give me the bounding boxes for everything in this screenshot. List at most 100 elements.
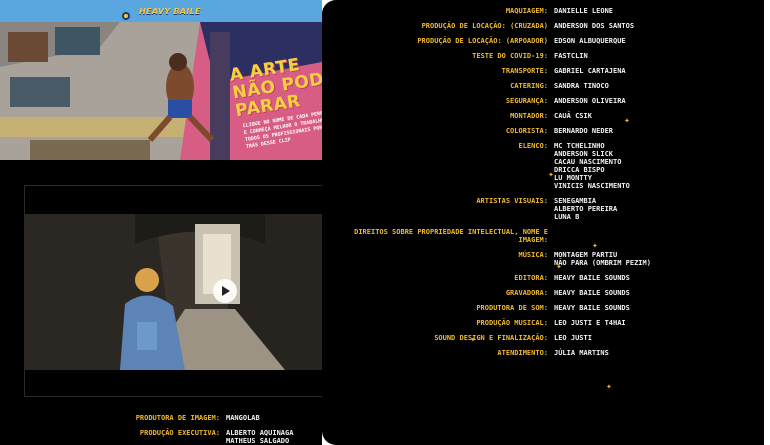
credit-role: TESTE DO COVID-19:: [472, 52, 548, 60]
credit-row: ARTISTAS VISUAIS: SENEGAMBIA ALBERTO PEREI…: [322, 197, 762, 221]
credit-person-link[interactable]: VINICIS NASCIMENTO: [554, 182, 754, 190]
credit-person-link[interactable]: EDSON ALBUQUERQUE: [554, 37, 754, 45]
credit-row: EDITORA: HEAVY BAILE SOUNDS: [322, 274, 762, 282]
credit-person-link[interactable]: LU MONTTY: [554, 174, 754, 182]
credit-names: ANDERSON DOS SANTOS: [554, 22, 754, 30]
credit-role: PRODUÇÃO DE LOCAÇÃO: (ARPOADOR): [417, 37, 548, 45]
credit-row: MÚSICA: MONTAGEM PARTIU NÃO PARA (OMBRIM P…: [322, 251, 762, 267]
credit-row: PRODUTORA DE SOM: HEAVY BAILE SOUNDS: [322, 304, 762, 312]
credit-person-link[interactable]: LEO JUSTI: [554, 334, 754, 342]
hero-banner: A ARTE NÃO PODE PARAR CLIQUE NO NOME DE …: [0, 22, 322, 160]
credit-names: GABRIEL CARTAJENA: [554, 67, 754, 75]
credit-row: SEGURANÇA: ANDERSON OLIVEIRA: [322, 97, 762, 105]
credit-role: MÚSICA:: [518, 251, 548, 259]
credit-row: TESTE DO COVID-19: FASTCLIN: [322, 52, 762, 60]
play-icon: [222, 286, 230, 296]
credit-person-link[interactable]: HEAVY BAILE SOUNDS: [554, 274, 754, 282]
video-frame: [25, 214, 322, 370]
credit-role: ELENCO:: [518, 142, 548, 150]
credit-person-link[interactable]: FASTCLIN: [554, 52, 754, 60]
credit-role: COLORISTA:: [505, 127, 548, 135]
mascot-icon: [121, 6, 131, 20]
credit-person-link[interactable]: DANIELLE LEONE: [554, 7, 754, 15]
credit-names: HEAVY BAILE SOUNDS: [554, 274, 754, 282]
credit-row: PRODUÇÃO MUSICAL: LEO JUSTI E T4HAI: [322, 319, 762, 327]
credit-role: SEGURANÇA:: [505, 97, 548, 105]
credit-names: MC TCHELINHO ANDERSON SLICK CACAU NASCIMEN…: [554, 142, 754, 190]
play-button[interactable]: [213, 279, 237, 303]
credit-role: PRODUTORA DE IMAGEM:: [135, 414, 220, 422]
credit-names: MONTAGEM PARTIU NÃO PARA (OMBRIM PEZIM): [554, 251, 754, 267]
credit-row: PRODUÇÃO DE LOCAÇÃO: (ARPOADOR) EDSON ALB…: [322, 37, 762, 45]
credit-names: SANDRA TINOCO: [554, 82, 754, 90]
brand-logo[interactable]: HEAVY BAILE: [139, 7, 201, 16]
credit-person-link[interactable]: DRICCA BISPO: [554, 166, 754, 174]
credit-person-link[interactable]: LEO JUSTI E T4HAI: [554, 319, 754, 327]
credit-names: ANDERSON OLIVEIRA: [554, 97, 754, 105]
credit-person-link[interactable]: MATHEUS SALGADO: [226, 437, 293, 445]
left-phone-screen: HEAVY BAILE A ARTE NÃO PODE PARAR CLIQUE…: [0, 0, 322, 445]
credit-person-link[interactable]: NÃO PARA (OMBRIM PEZIM): [554, 259, 754, 267]
credit-row: COLORISTA: BERNARDO NEDER: [322, 127, 762, 135]
credit-names: EDSON ALBUQUERQUE: [554, 37, 754, 45]
sparkle-icon: ✦: [606, 383, 612, 391]
credit-row: PRODUÇÃO DE LOCAÇÃO: (CRUZADA) ANDERSON D…: [322, 22, 762, 30]
credit-person-link[interactable]: GABRIEL CARTAJENA: [554, 67, 754, 75]
credit-person-link[interactable]: HEAVY BAILE SOUNDS: [554, 304, 754, 312]
credit-names: HEAVY BAILE SOUNDS: [554, 304, 754, 312]
credit-role: CATERING:: [510, 82, 548, 90]
credit-person-link[interactable]: SANDRA TINOCO: [554, 82, 754, 90]
credit-person-link[interactable]: CACAU NASCIMENTO: [554, 158, 754, 166]
credit-row: PRODUÇÃO EXECUTIVA: ALBERTO AQUINAGA MATHE…: [0, 429, 322, 445]
credit-row: CATERING: SANDRA TINOCO: [322, 82, 762, 90]
credit-role: EDITORA:: [514, 274, 548, 282]
credit-row: MAQUIAGEM: DANIELLE LEONE: [322, 7, 762, 15]
credit-person-link[interactable]: ALBERTO PEREIRA: [554, 205, 754, 213]
credit-names: MANGOLAB: [226, 414, 260, 422]
sparkle-icon: ✦: [470, 336, 476, 344]
credit-names: BERNARDO NEDER: [554, 127, 754, 135]
credit-person-link[interactable]: ALBERTO AQUINAGA: [226, 429, 293, 437]
video-player[interactable]: [24, 185, 322, 397]
screenshot-stage: HEAVY BAILE A ARTE NÃO PODE PARAR CLIQUE…: [0, 0, 770, 445]
credit-role: PRODUÇÃO DE LOCAÇÃO: (CRUZADA): [421, 22, 548, 30]
credit-person-link[interactable]: HEAVY BAILE SOUNDS: [554, 289, 754, 297]
credit-person-link[interactable]: BERNARDO NEDER: [554, 127, 754, 135]
credit-person-link[interactable]: MONTAGEM PARTIU: [554, 251, 754, 259]
credit-role: PRODUTORA DE SOM:: [476, 304, 548, 312]
right-phone-screen: MAQUIAGEM: DANIELLE LEONE PRODUÇÃO DE LOCA…: [322, 0, 770, 445]
credit-person-link[interactable]: ANDERSON SLICK: [554, 150, 754, 158]
credit-role: DIREITOS SOBRE PROPRIEDADE INTELECTUAL, …: [354, 228, 548, 244]
sparkle-icon: ✦: [548, 171, 554, 179]
credit-role: PRODUÇÃO MUSICAL:: [476, 319, 548, 327]
credit-person-link[interactable]: MANGOLAB: [226, 414, 260, 422]
credit-row: ATENDIMENTO: JÚLIA MARTINS: [322, 349, 762, 357]
left-credits-list: PRODUTORA DE IMAGEM: MANGOLAB PRODUÇÃO EXE…: [0, 414, 322, 445]
credit-person-link[interactable]: MC TCHELINHO: [554, 142, 754, 150]
sparkle-icon: ✦: [556, 263, 562, 271]
credit-role: TRANSPORTE:: [501, 67, 548, 75]
credit-names: DANIELLE LEONE: [554, 7, 754, 15]
credit-role: MAQUIAGEM:: [505, 7, 548, 15]
credit-names: FASTCLIN: [554, 52, 754, 60]
sparkle-icon: ✦: [624, 117, 630, 125]
credit-names: CAUÃ CSIK: [554, 112, 754, 120]
credit-role: MONTADOR:: [510, 112, 548, 120]
credit-names: LEO JUSTI E T4HAI: [554, 319, 754, 327]
credit-row: MONTADOR: CAUÃ CSIK: [322, 112, 762, 120]
credit-role: ATENDIMENTO:: [497, 349, 548, 357]
credit-person-link[interactable]: ANDERSON OLIVEIRA: [554, 97, 754, 105]
credit-role: PRODUÇÃO EXECUTIVA:: [139, 429, 220, 437]
credit-person-link[interactable]: ANDERSON DOS SANTOS: [554, 22, 754, 30]
credit-person-link[interactable]: CAUÃ CSIK: [554, 112, 754, 120]
credit-names: LEO JUSTI: [554, 334, 754, 342]
credit-person-link[interactable]: LUNA B: [554, 213, 754, 221]
credit-person-link[interactable]: JÚLIA MARTINS: [554, 349, 754, 357]
credit-names: JÚLIA MARTINS: [554, 349, 754, 357]
credit-role: ARTISTAS VISUAIS:: [476, 197, 548, 205]
credit-row: TRANSPORTE: GABRIEL CARTAJENA: [322, 67, 762, 75]
top-bar: HEAVY BAILE: [0, 0, 322, 22]
credit-person-link[interactable]: SENEGAMBIA: [554, 197, 754, 205]
credit-names: SENEGAMBIA ALBERTO PEREIRA LUNA B: [554, 197, 754, 221]
credit-row: ELENCO: MC TCHELINHO ANDERSON SLICK CACAU N…: [322, 142, 762, 190]
